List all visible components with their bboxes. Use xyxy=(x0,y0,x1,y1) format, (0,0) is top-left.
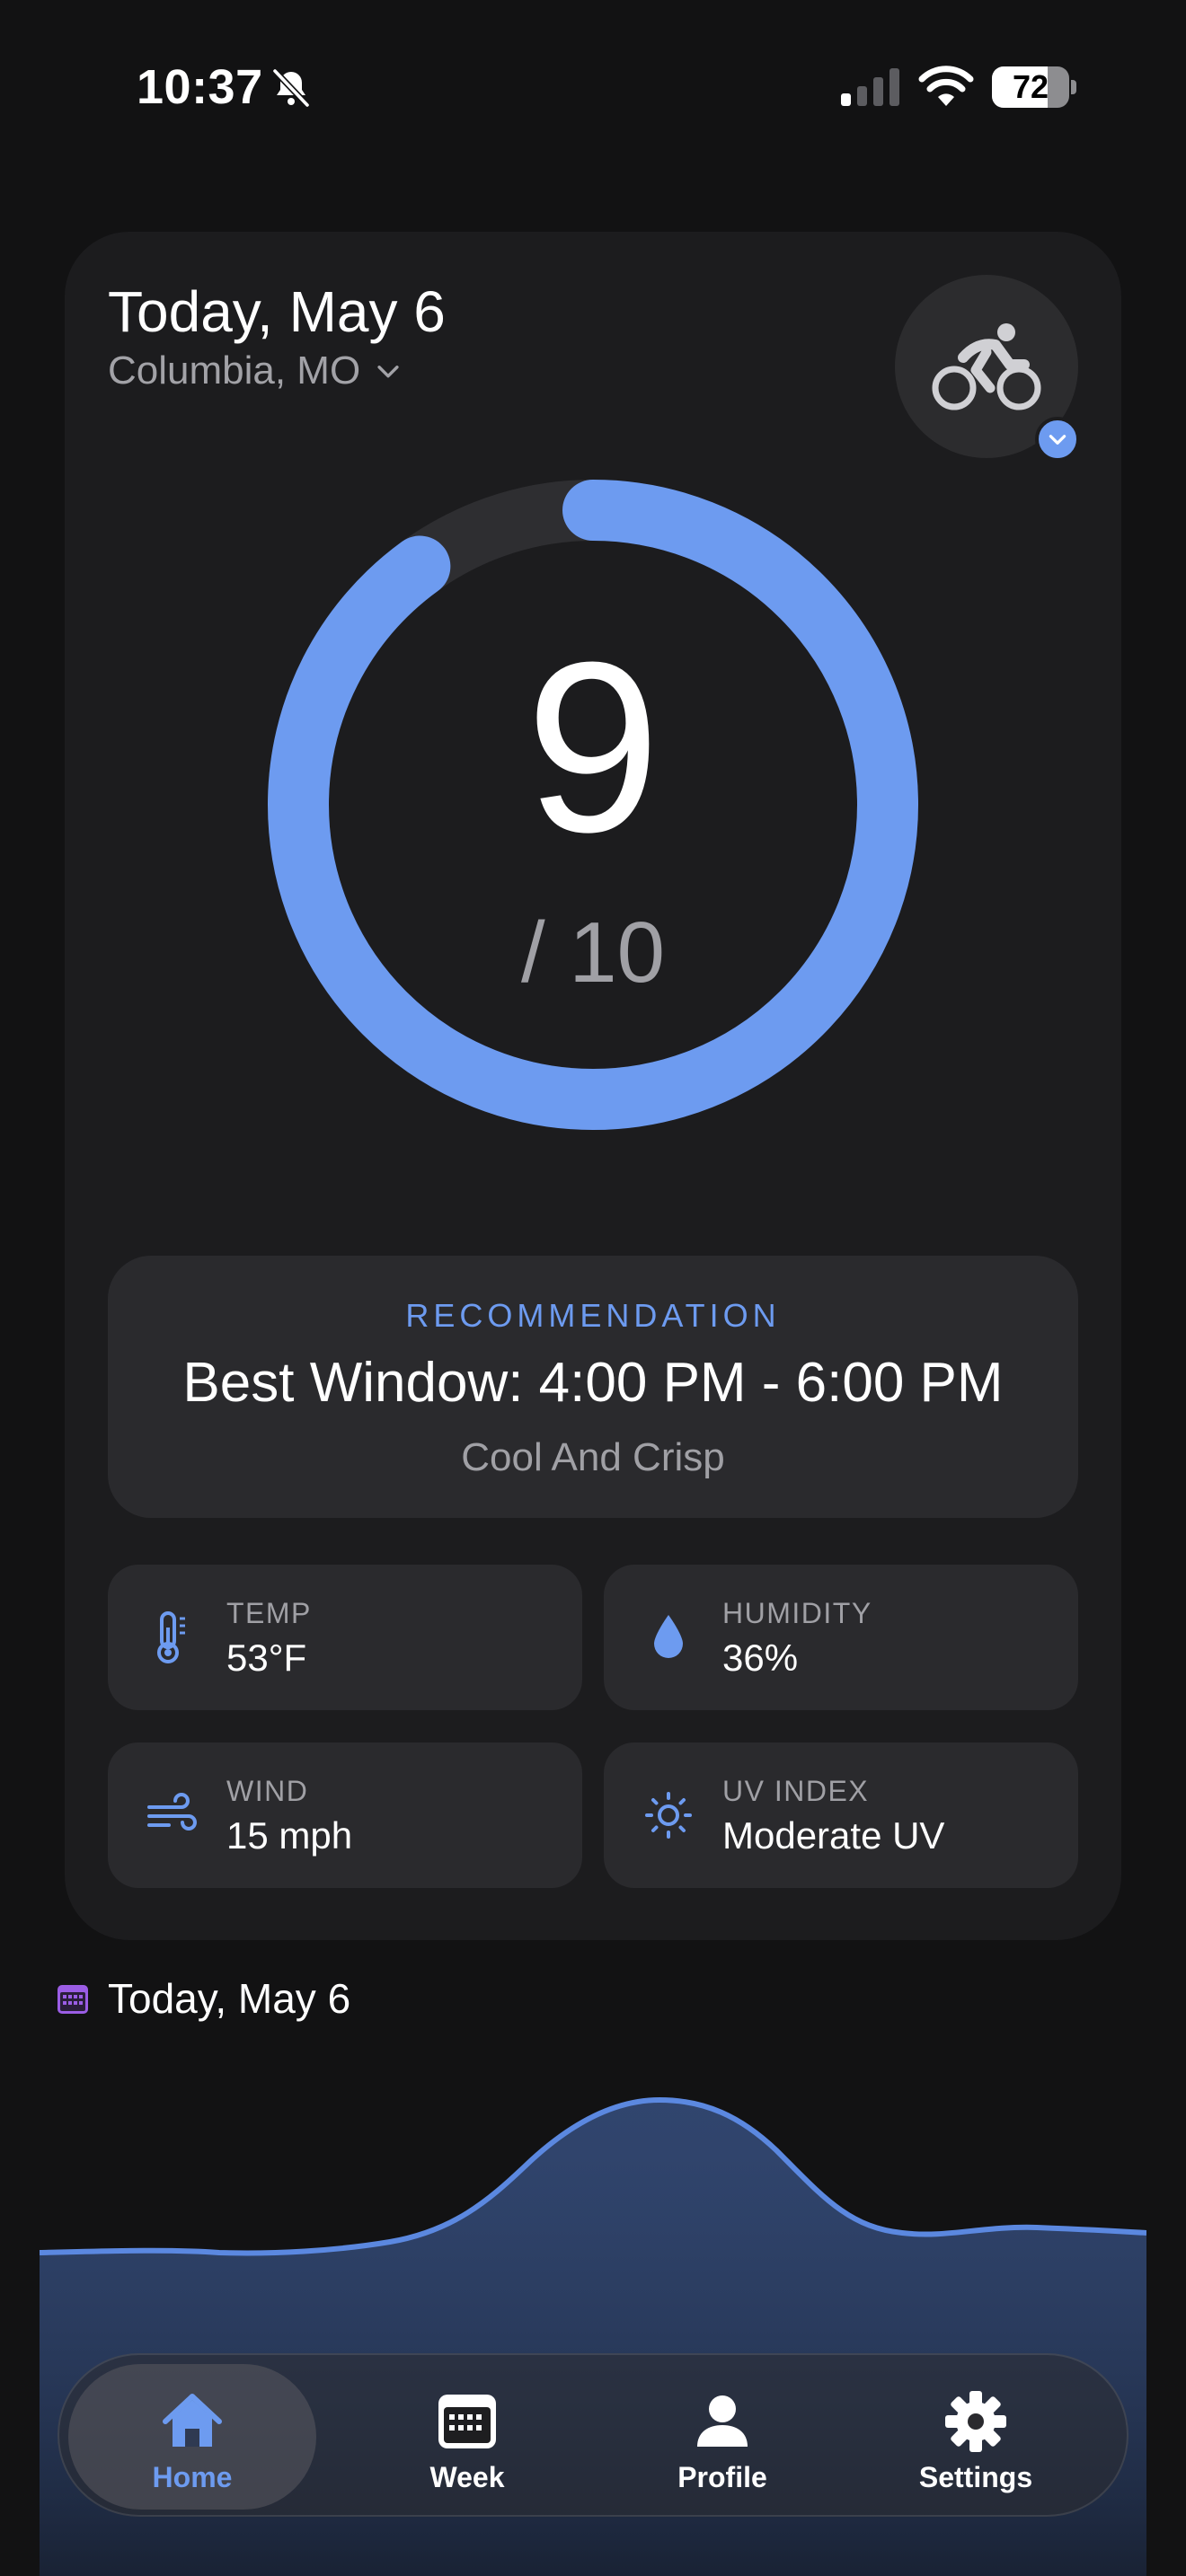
wind-icon xyxy=(147,1793,197,1831)
day-header: Today, May 6 xyxy=(56,1974,350,2023)
gear-icon xyxy=(945,2391,1006,2452)
person-icon xyxy=(697,2395,748,2447)
metric-value: 53°F xyxy=(226,1636,307,1679)
calendar-icon xyxy=(58,1985,88,2014)
tab-home[interactable]: Home xyxy=(68,2364,316,2510)
home-icon xyxy=(163,2394,222,2447)
wifi-icon xyxy=(918,66,974,106)
chevron-down-icon xyxy=(377,366,399,378)
tab-label: Profile xyxy=(677,2461,767,2493)
day-title: Today, May 6 xyxy=(108,1975,351,2022)
battery-level: 72 xyxy=(1012,68,1049,105)
calendar-icon xyxy=(438,2395,496,2448)
metric-humidity: HUMIDITY 36% xyxy=(604,1565,1078,1710)
recommendation-card: RECOMMENDATION Best Window: 4:00 PM - 6:… xyxy=(108,1256,1078,1518)
metric-label: UV INDEX xyxy=(722,1775,870,1807)
tab-profile[interactable]: Profile xyxy=(598,2364,846,2510)
bell-slash-icon xyxy=(272,68,310,108)
tab-label: Home xyxy=(152,2461,233,2493)
score-card: Today, May 6 Columbia, MO 9 / 10 RECOMME… xyxy=(65,232,1121,1940)
metric-label: TEMP xyxy=(226,1597,312,1629)
chevron-down-badge-icon[interactable] xyxy=(1035,417,1080,462)
tab-bar: Home Week Profile Settings xyxy=(58,2353,1128,2517)
status-time: 10:37 xyxy=(137,60,263,114)
metric-temp: TEMP 53°F xyxy=(108,1565,582,1710)
recommendation-description: Cool And Crisp xyxy=(461,1435,725,1479)
location-label: Columbia, MO xyxy=(108,348,361,393)
status-bar: 10:37 72 xyxy=(0,0,1186,171)
battery-icon: 72 xyxy=(992,66,1076,108)
score-max: / 10 xyxy=(520,904,666,1001)
bicycle-icon xyxy=(932,323,1041,410)
metric-label: HUMIDITY xyxy=(722,1597,872,1629)
water-drop-icon xyxy=(654,1615,683,1658)
metric-label: WIND xyxy=(226,1775,309,1807)
recommendation-label: RECOMMENDATION xyxy=(405,1297,781,1334)
recommendation-window: Best Window: 4:00 PM - 6:00 PM xyxy=(182,1352,1004,1414)
metric-value: 36% xyxy=(722,1636,799,1679)
metric-wind: WIND 15 mph xyxy=(108,1742,582,1888)
cellular-signal-icon xyxy=(841,68,899,106)
thermometer-icon xyxy=(157,1611,185,1663)
tab-label: Week xyxy=(429,2461,505,2493)
tab-settings[interactable]: Settings xyxy=(852,2364,1100,2510)
tab-week[interactable]: Week xyxy=(343,2364,591,2510)
location-selector[interactable]: Columbia, MO xyxy=(108,348,403,393)
card-date: Today, May 6 xyxy=(108,279,446,344)
tab-label: Settings xyxy=(918,2461,1033,2493)
score-value: 9 xyxy=(525,613,661,883)
sun-icon xyxy=(645,1792,692,1839)
metric-value: Moderate UV xyxy=(722,1814,945,1857)
metric-value: 15 mph xyxy=(226,1814,353,1857)
metric-uv-index: UV INDEX Moderate UV xyxy=(604,1742,1078,1888)
